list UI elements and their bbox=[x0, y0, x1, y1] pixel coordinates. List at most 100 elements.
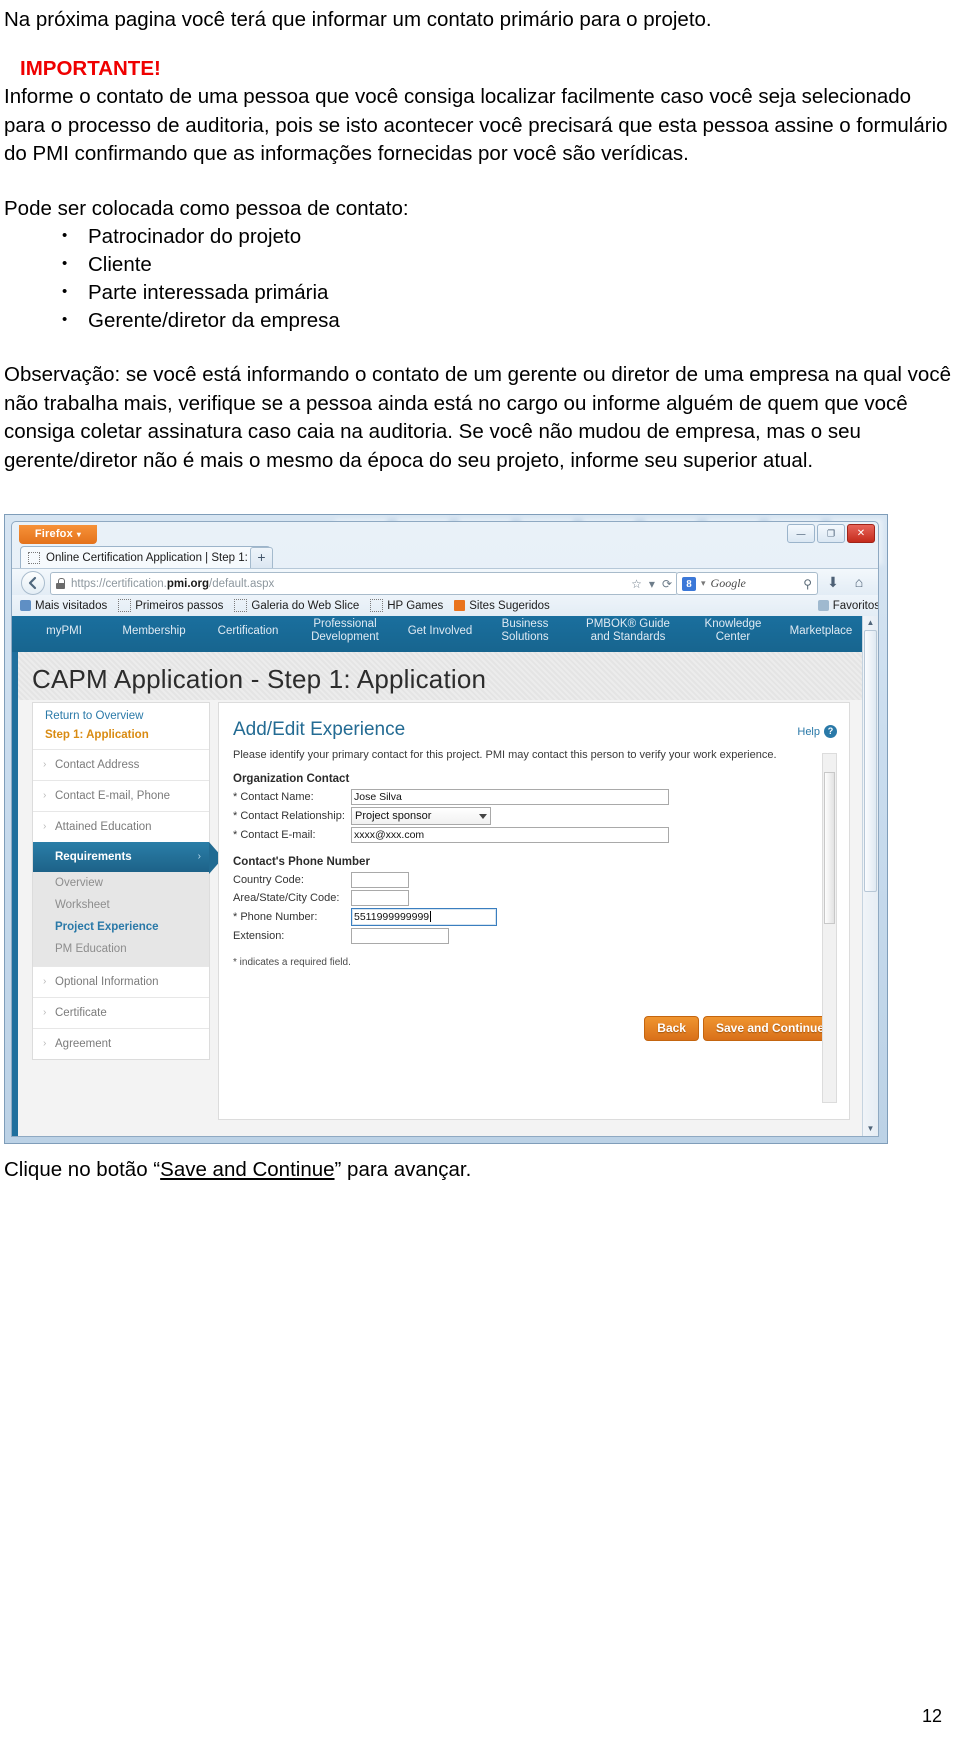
window-controls: — ❐ ✕ bbox=[787, 524, 875, 543]
contact-relationship-select[interactable]: Project sponsor bbox=[351, 807, 491, 825]
phone-number-input[interactable]: 5511999999999 bbox=[351, 908, 497, 926]
list-item: Patrocinador do projeto bbox=[4, 222, 956, 251]
bookmark-hp-games[interactable]: HP Games bbox=[370, 599, 443, 612]
sidebar-item-optional-information[interactable]: › Optional Information bbox=[33, 966, 209, 997]
sidebar-subitem-pm-education[interactable]: PM Education bbox=[33, 938, 209, 960]
address-bar[interactable]: https://certification.pmi.org/default.as… bbox=[50, 572, 678, 595]
caption-text: Clique no botão “Save and Continue” para… bbox=[4, 1158, 471, 1182]
close-button[interactable]: ✕ bbox=[847, 524, 875, 543]
reload-icon[interactable]: ⟳ bbox=[662, 577, 672, 591]
home-icon[interactable]: ⌂ bbox=[850, 573, 868, 591]
sidebar-subitem-overview[interactable]: Overview bbox=[33, 872, 209, 894]
google-logo-icon: 8 bbox=[682, 576, 696, 591]
field-row-country-code: Country Code: bbox=[219, 871, 849, 889]
country-code-input[interactable] bbox=[351, 872, 409, 888]
firefox-menu-button[interactable]: Firefox ▾ bbox=[19, 525, 97, 544]
panel-scrollbar-thumb[interactable] bbox=[824, 772, 835, 924]
nav-knowledge-center[interactable]: Knowledge Center bbox=[688, 618, 778, 644]
maximize-icon: ❐ bbox=[826, 528, 836, 538]
nav-get-involved[interactable]: Get Involved bbox=[394, 625, 486, 638]
sidebar-item-label: Contact E-mail, Phone bbox=[55, 790, 171, 802]
search-icon[interactable]: ⚲ bbox=[803, 577, 812, 591]
favorites-button[interactable]: Favoritos bbox=[817, 599, 879, 612]
sidebar-subitem-project-experience[interactable]: Project Experience bbox=[33, 916, 209, 938]
nav-line-1: Business bbox=[501, 618, 549, 630]
field-row-extension: Extension: bbox=[219, 927, 849, 945]
country-code-label: Country Code: bbox=[233, 874, 304, 886]
bookmark-primeiros-passos[interactable]: Primeiros passos bbox=[118, 599, 223, 612]
form-actions: Back Save and Continue bbox=[644, 1016, 837, 1041]
minimize-button[interactable]: — bbox=[787, 524, 815, 543]
nav-line-2: Solutions bbox=[501, 631, 549, 643]
bookmark-sites-sugeridos[interactable]: Sites Sugeridos bbox=[454, 600, 550, 612]
nav-professional-development[interactable]: Professional Development bbox=[292, 618, 398, 644]
sidebar-item-contact-email-phone[interactable]: › Contact E-mail, Phone bbox=[33, 780, 209, 811]
panel-scrollbar[interactable] bbox=[822, 753, 837, 1103]
url-scheme: https://certification. bbox=[71, 577, 167, 590]
suggested-sites-icon bbox=[454, 600, 466, 611]
extension-input[interactable] bbox=[351, 928, 449, 944]
contact-email-input[interactable]: xxxx@xxx.com bbox=[351, 827, 669, 843]
return-to-overview-link[interactable]: Return to Overview bbox=[33, 703, 209, 728]
most-visited-icon bbox=[20, 600, 31, 611]
required-field-note: * indicates a required field. bbox=[233, 957, 351, 968]
nav-business-solutions[interactable]: Business Solutions bbox=[482, 618, 568, 644]
nav-line-1: Knowledge bbox=[704, 618, 762, 630]
favorites-label: Favoritos bbox=[832, 599, 879, 612]
bookmark-icon bbox=[234, 599, 248, 612]
nav-marketplace[interactable]: Marketplace bbox=[776, 625, 866, 638]
navigation-toolbar: https://certification.pmi.org/default.as… bbox=[12, 568, 878, 597]
sidebar-item-certificate[interactable]: › Certificate bbox=[33, 997, 209, 1028]
sidebar-item-agreement[interactable]: › Agreement bbox=[33, 1028, 209, 1059]
sidebar-item-label: Requirements bbox=[55, 851, 132, 863]
chevron-right-icon: › bbox=[43, 1007, 47, 1018]
bookmark-label: Mais visitados bbox=[35, 599, 108, 612]
section-contact-phone-number: Contact's Phone Number bbox=[233, 856, 370, 868]
save-and-continue-button[interactable]: Save and Continue bbox=[702, 1016, 837, 1041]
field-row-phone-number: * Phone Number: 5511999999999 bbox=[219, 907, 849, 927]
bookmark-mais-visitados[interactable]: Mais visitados bbox=[20, 600, 107, 612]
field-row-contact-name: * Contact Name: Jose Silva bbox=[219, 788, 849, 806]
chevron-down-icon[interactable]: ▾ bbox=[701, 578, 706, 589]
web-page-content: myPMI Membership Certification Professio… bbox=[12, 616, 878, 1136]
nav-pmbok-guide-standards[interactable]: PMBOK® Guide and Standards bbox=[568, 618, 688, 644]
bookmark-star-icon[interactable]: ☆ bbox=[631, 577, 642, 591]
help-link[interactable]: Help ? bbox=[797, 725, 837, 738]
chevron-right-icon: › bbox=[197, 851, 201, 862]
sidebar-item-contact-address[interactable]: › Contact Address bbox=[33, 749, 209, 780]
sidebar-item-requirements[interactable]: Requirements › bbox=[33, 842, 223, 874]
nav-mypmi[interactable]: myPMI bbox=[28, 625, 100, 638]
chevron-down-icon[interactable]: ▾ bbox=[649, 577, 655, 591]
browser-tab[interactable]: Online Certification Application | Step … bbox=[20, 546, 271, 569]
back-button[interactable]: Back bbox=[644, 1016, 699, 1041]
contact-relationship-value: Project sponsor bbox=[355, 810, 432, 822]
sidebar-subitem-worksheet[interactable]: Worksheet bbox=[33, 894, 209, 916]
browser-screenshot: Firefox ▾ — ❐ ✕ Online Certification Appl… bbox=[4, 514, 888, 1144]
nav-membership[interactable]: Membership bbox=[106, 625, 202, 638]
important-heading: IMPORTANTE! bbox=[20, 56, 161, 80]
page-scrollbar-thumb[interactable] bbox=[864, 630, 877, 892]
chevron-right-icon: › bbox=[43, 759, 47, 770]
contact-name-input[interactable]: Jose Silva bbox=[351, 789, 669, 805]
page-scrollbar[interactable]: ▲ ▼ bbox=[862, 616, 878, 1136]
observation-paragraph: Observação: se você está informando o co… bbox=[4, 363, 951, 472]
sidebar-item-attained-education[interactable]: › Attained Education bbox=[33, 811, 209, 842]
browser-tab-label: Online Certification Application | Step … bbox=[46, 552, 261, 564]
scroll-up-icon[interactable]: ▲ bbox=[863, 616, 878, 630]
search-bar[interactable]: 8 ▾ Google ⚲ bbox=[676, 572, 818, 595]
scroll-down-icon[interactable]: ▼ bbox=[863, 1122, 878, 1136]
nav-line-1: Professional bbox=[313, 618, 377, 630]
form-panel: Add/Edit Experience Help ? Please identi… bbox=[218, 702, 850, 1120]
bookmarks-toolbar: Mais visitados Primeiros passos Galeria … bbox=[12, 595, 879, 617]
step-label: Step 1: Application bbox=[45, 729, 149, 741]
maximize-button[interactable]: ❐ bbox=[817, 524, 845, 543]
area-code-input[interactable] bbox=[351, 890, 409, 906]
address-bar-actions: ☆ ▾ ⟳ bbox=[631, 577, 672, 591]
contact-email-label: * Contact E-mail: bbox=[233, 829, 316, 841]
nav-certification[interactable]: Certification bbox=[202, 625, 294, 638]
new-tab-button[interactable]: + bbox=[250, 547, 273, 569]
address-bar-url: https://certification.pmi.org/default.as… bbox=[71, 578, 274, 590]
bookmark-galeria-web-slice[interactable]: Galeria do Web Slice bbox=[234, 599, 359, 612]
back-button[interactable] bbox=[21, 571, 45, 595]
downloads-icon[interactable]: ⬇ bbox=[824, 573, 842, 591]
